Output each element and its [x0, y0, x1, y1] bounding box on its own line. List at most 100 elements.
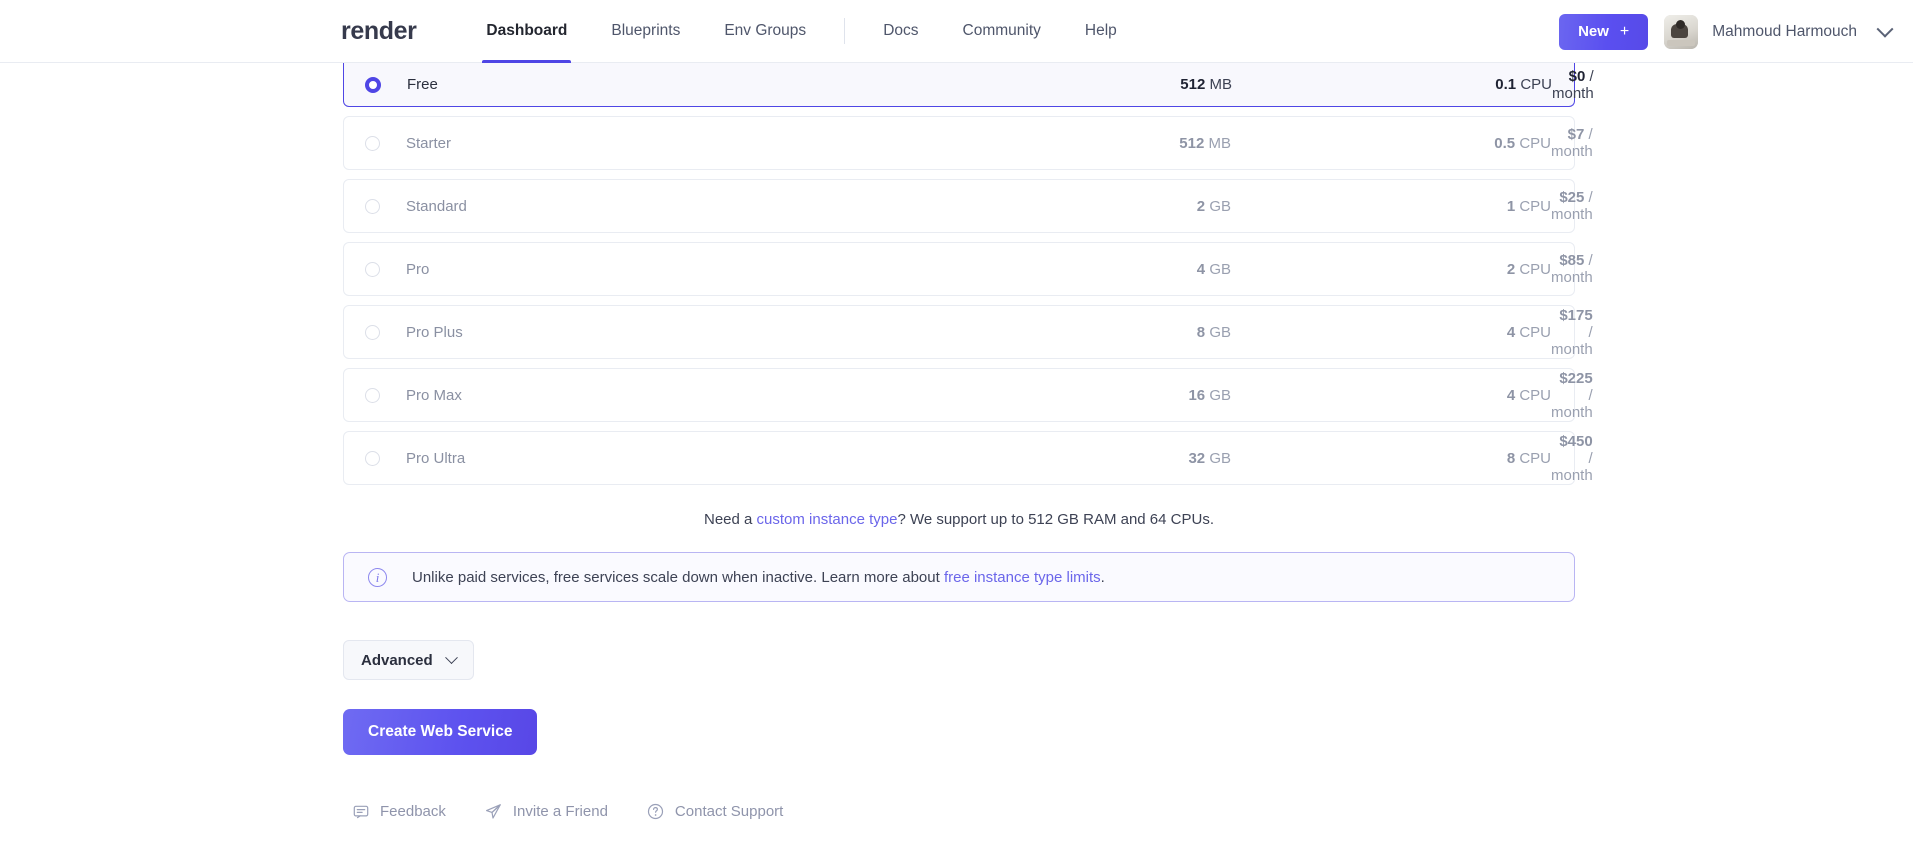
plan-memory: 16 GB [976, 387, 1231, 404]
plan-name: Pro Max [406, 386, 462, 404]
create-web-service-label: Create Web Service [368, 723, 513, 740]
plan-memory-value: 8 [1196, 323, 1206, 341]
plan-cpu-unit: CPU [1519, 134, 1551, 152]
plan-price-value: $7 [1567, 126, 1585, 143]
footer-link-feedback[interactable]: Feedback [353, 803, 446, 820]
plan-cpu-value: 2 [1506, 260, 1516, 278]
plan-memory: 8 GB [976, 324, 1231, 341]
radio-icon[interactable] [365, 198, 380, 214]
top-navigation-bar: render Dashboard Blueprints Env Groups D… [0, 0, 1913, 63]
radio-icon[interactable] [365, 324, 380, 340]
plan-memory-unit: GB [1209, 449, 1231, 467]
plan-price-value: $0 [1568, 67, 1586, 85]
paper-plane-icon [485, 803, 502, 820]
feedback-icon [353, 804, 369, 820]
plan-memory-unit: GB [1209, 197, 1231, 215]
nav-item-env-groups[interactable]: Env Groups [702, 0, 828, 63]
plan-cpu-value: 8 [1506, 449, 1516, 467]
plan-memory-value: 512 [1180, 76, 1206, 93]
plan-name: Pro Plus [406, 323, 463, 341]
plan-name: Standard [406, 197, 467, 215]
new-button-label: New [1578, 23, 1609, 40]
radio-icon[interactable] [365, 450, 380, 466]
nav-label-env-groups: Env Groups [724, 22, 807, 39]
nav-item-community[interactable]: Community [941, 0, 1063, 63]
create-web-service-button[interactable]: Create Web Service [343, 709, 538, 755]
plan-memory: 512 MB [977, 76, 1232, 93]
main-nav: Dashboard Blueprints Env Groups Docs Com… [464, 0, 1138, 63]
plan-price-unit: / month [1551, 449, 1593, 484]
footer-label-invite-a-friend: Invite a Friend [512, 803, 608, 820]
plan-row-pro-ultra[interactable]: Pro Ultra 32 GB 8 CPU $450 / month [343, 431, 1593, 485]
plan-memory-unit: GB [1209, 386, 1231, 404]
nav-label-docs: Docs [883, 22, 919, 39]
question-circle-icon [647, 803, 664, 820]
plan-cpu: 0.5 CPU [1231, 135, 1551, 152]
plan-memory-value: 2 [1196, 197, 1206, 215]
advanced-toggle-button[interactable]: Advanced [343, 640, 474, 680]
nav-label-dashboard: Dashboard [486, 22, 568, 39]
free-instance-type-limits-link[interactable]: free instance type limits [944, 569, 1101, 586]
plan-row-standard[interactable]: Standard 2 GB 1 CPU $25 / month [343, 179, 1593, 233]
plan-name: Pro [406, 260, 430, 278]
footer-link-contact-support[interactable]: Contact Support [647, 803, 783, 820]
chevron-down-icon[interactable] [1876, 20, 1894, 38]
plan-cpu: 4 CPU [1231, 387, 1551, 404]
radio-icon[interactable] [365, 76, 381, 93]
plan-price: $0 / month [1552, 68, 1596, 102]
info-icon: i [368, 567, 387, 587]
plan-memory: 4 GB [976, 261, 1231, 278]
chevron-down-icon [444, 650, 458, 664]
nav-divider [844, 18, 846, 44]
plan-price: $7 / month [1551, 126, 1595, 160]
plan-memory-value: 16 [1188, 386, 1206, 404]
plan-row-pro[interactable]: Pro 4 GB 2 CPU $85 / month [343, 242, 1593, 296]
plan-cpu-unit: CPU [1520, 76, 1552, 93]
plan-memory-value: 512 [1179, 134, 1205, 152]
plan-name: Free [407, 76, 438, 93]
render-logo[interactable]: render [341, 18, 417, 44]
custom-instance-type-link[interactable]: custom instance type [757, 511, 898, 528]
custom-note-suffix: ? We support up to 512 GB RAM and 64 CPU… [897, 511, 1214, 528]
plan-memory-value: 4 [1196, 260, 1206, 278]
plan-cpu: 2 CPU [1231, 261, 1551, 278]
user-name[interactable]: Mahmoud Harmouch [1712, 23, 1857, 41]
plan-cpu-value: 0.5 [1494, 134, 1516, 152]
avatar[interactable] [1664, 14, 1699, 49]
plan-memory: 2 GB [976, 198, 1231, 215]
nav-item-blueprints[interactable]: Blueprints [589, 0, 702, 63]
radio-icon[interactable] [365, 261, 380, 277]
plan-memory-unit: MB [1208, 134, 1232, 152]
plan-price: $85 / month [1551, 252, 1595, 286]
radio-icon[interactable] [365, 135, 380, 151]
nav-item-dashboard[interactable]: Dashboard [464, 0, 589, 63]
plan-cpu-unit: CPU [1519, 386, 1551, 404]
banner-text: Unlike paid services, free services scal… [412, 569, 1105, 586]
instance-type-list: Free 512 MB 0.1 CPU $0 / month Starter 5… [343, 63, 1594, 485]
banner-prefix: Unlike paid services, free services scal… [412, 568, 944, 586]
plan-memory-value: 32 [1188, 449, 1206, 467]
new-button[interactable]: New + [1559, 13, 1649, 50]
plan-row-starter[interactable]: Starter 512 MB 0.5 CPU $7 / month [343, 116, 1593, 170]
plan-cpu: 8 CPU [1231, 450, 1551, 467]
plan-row-pro-max[interactable]: Pro Max 16 GB 4 CPU $225 / month [343, 368, 1593, 422]
plan-price: $25 / month [1551, 189, 1595, 223]
nav-item-docs[interactable]: Docs [861, 0, 940, 63]
plan-cpu: 0.1 CPU [1232, 76, 1552, 93]
radio-icon[interactable] [365, 387, 380, 403]
free-tier-info-banner: i Unlike paid services, free services sc… [343, 552, 1575, 602]
plan-memory-unit: GB [1209, 323, 1231, 341]
plan-cpu-value: 1 [1506, 197, 1516, 215]
plan-cpu-value: 4 [1506, 386, 1516, 404]
plan-price-value: $25 [1559, 189, 1585, 206]
footer-label-feedback: Feedback [380, 803, 446, 820]
footer-label-contact-support: Contact Support [674, 803, 784, 820]
nav-item-help[interactable]: Help [1063, 0, 1139, 63]
plan-cpu-value: 0.1 [1495, 76, 1517, 93]
plan-row-free[interactable]: Free 512 MB 0.1 CPU $0 / month [343, 63, 1594, 107]
footer-link-invite-a-friend[interactable]: Invite a Friend [485, 803, 608, 820]
plan-row-pro-plus[interactable]: Pro Plus 8 GB 4 CPU $175 / month [343, 305, 1593, 359]
plan-cpu-value: 4 [1506, 323, 1516, 341]
plan-price-unit: / month [1551, 386, 1593, 421]
plan-price-value: $175 [1559, 306, 1593, 324]
